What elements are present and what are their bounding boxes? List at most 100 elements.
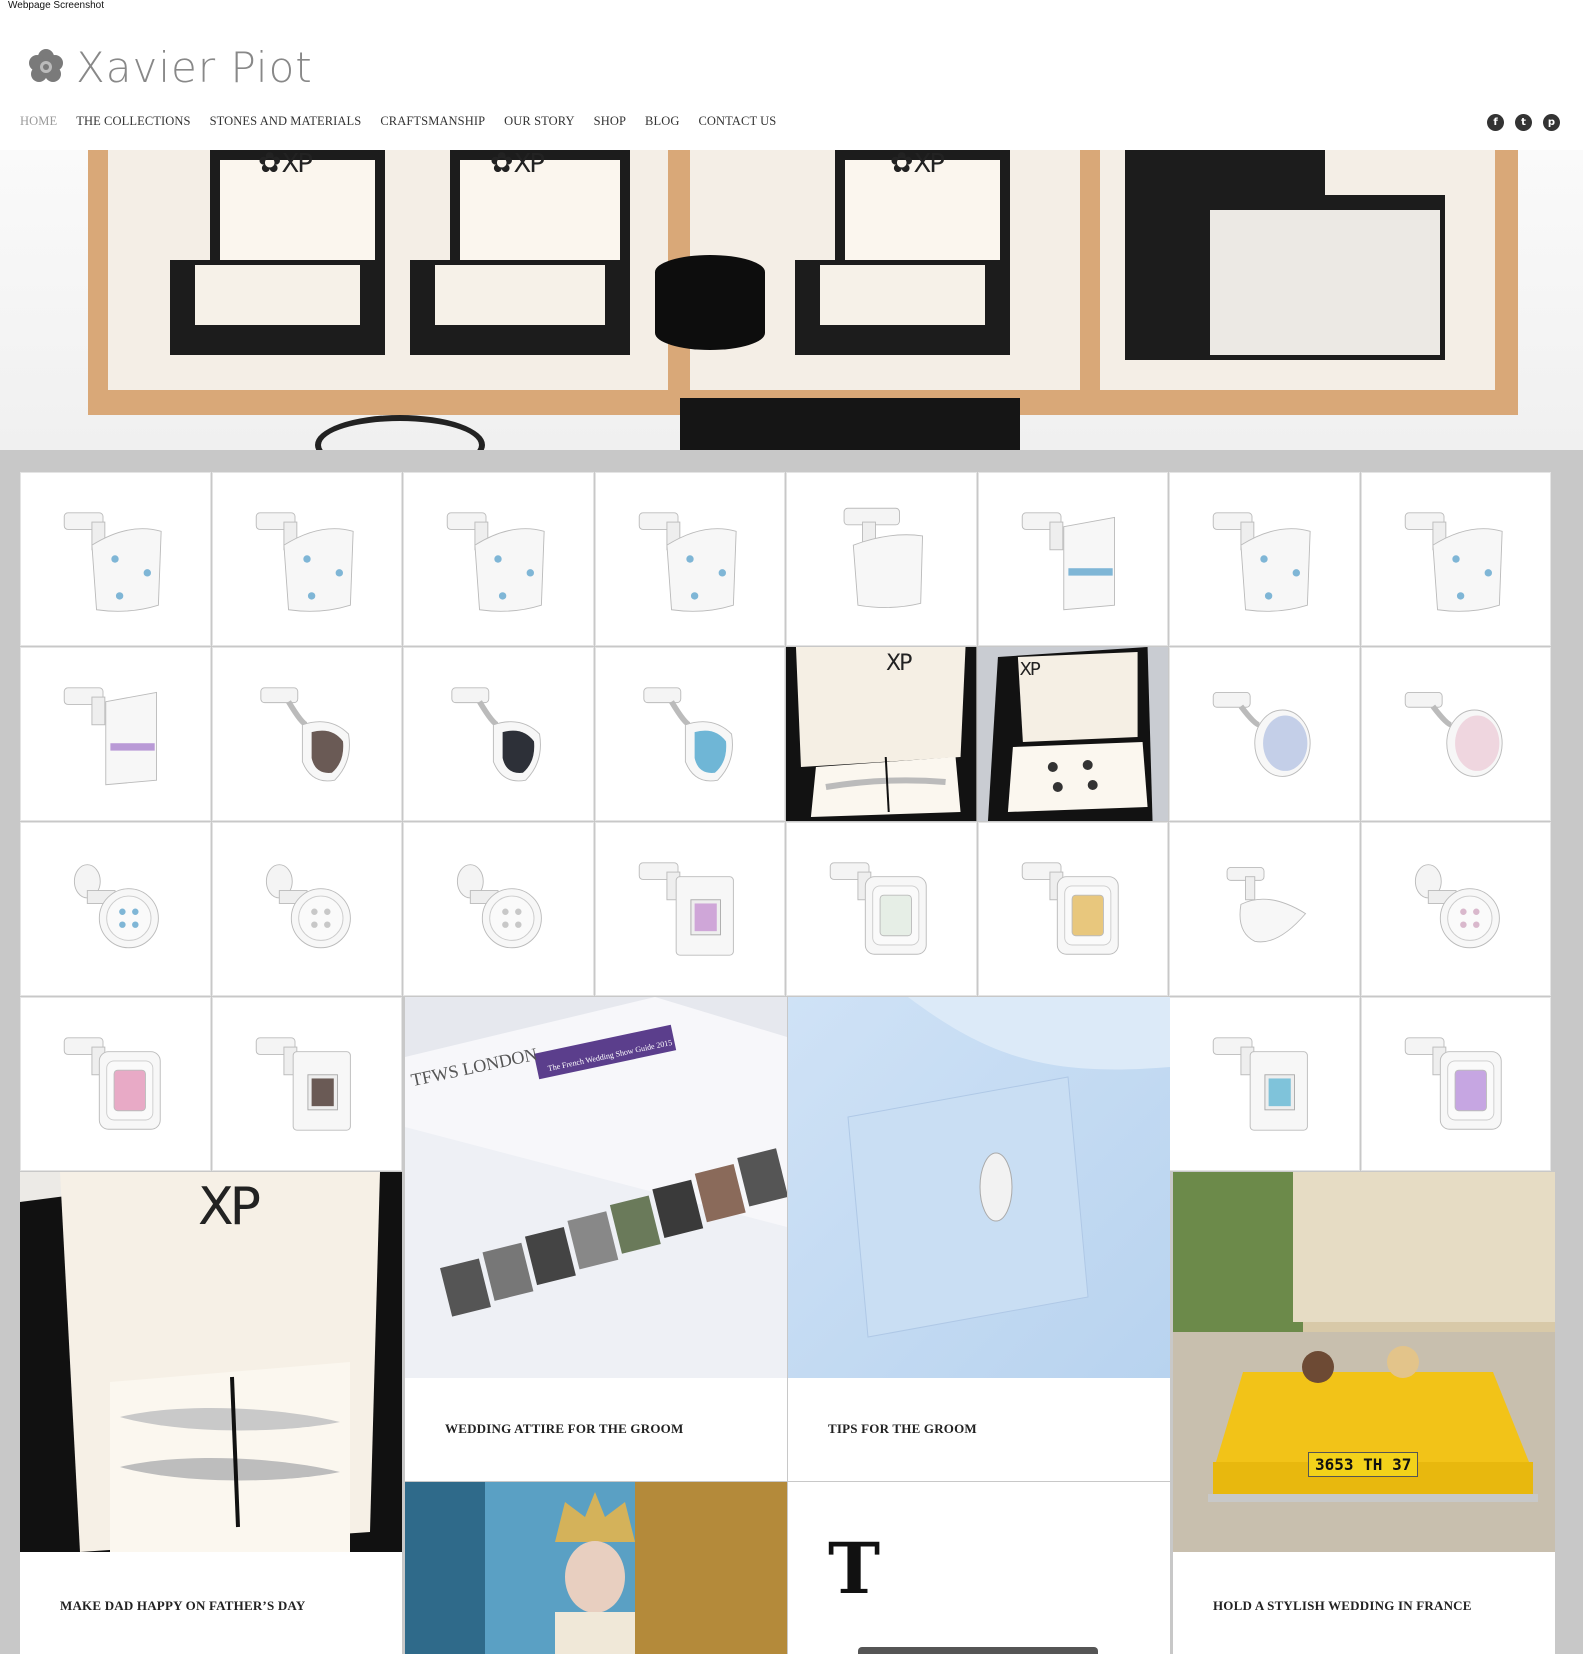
blog-post-card[interactable] (405, 1482, 787, 1654)
post-title[interactable]: HOLD A STYLISH WEDDING IN FRANCE (1213, 1598, 1472, 1614)
cufflink-image (1013, 494, 1133, 624)
product-tile[interactable] (211, 472, 402, 646)
cufflink (979, 1152, 1013, 1222)
screenshot-label: Webpage Screenshot (8, 0, 104, 11)
cufflink-image (247, 669, 367, 799)
product-tile[interactable]: XP (786, 647, 977, 821)
post-title[interactable]: MAKE DAD HAPPY ON FATHER’S DAY (60, 1598, 305, 1614)
cufflink-image (821, 494, 941, 624)
product-tile[interactable] (403, 647, 594, 821)
magnifying-glass (315, 415, 485, 450)
product-tile[interactable] (211, 647, 402, 821)
product-preview (858, 1647, 1098, 1654)
nav-craftsmanship[interactable]: CRAFTSMANSHIP (380, 114, 485, 129)
license-plate: 3653 TH 37 (1308, 1452, 1419, 1477)
cufflink-image (630, 494, 750, 624)
xp-box-logo: XP (886, 651, 912, 676)
twitter-icon[interactable]: t (1515, 114, 1532, 131)
product-tile[interactable] (20, 822, 211, 996)
product-tile[interactable] (594, 822, 785, 996)
blog-post-card[interactable]: TIPS FOR THE GROOM (788, 997, 1170, 1481)
product-tile[interactable] (211, 822, 402, 996)
product-tile[interactable] (403, 822, 594, 996)
post-title[interactable]: TIPS FOR THE GROOM (828, 1421, 977, 1437)
pinterest-icon[interactable]: p (1543, 114, 1560, 131)
xp-box-logo: XP (890, 150, 944, 179)
queen-portrait-image (405, 1482, 787, 1654)
main-nav: HOME THE COLLECTIONS STONES AND MATERIAL… (20, 114, 776, 129)
hero-banner[interactable]: XP XP XP (0, 150, 1583, 450)
yellow-car-image (1173, 1172, 1555, 1552)
open-box-sleeve (1210, 210, 1440, 355)
facebook-icon[interactable]: f (1487, 114, 1504, 131)
product-tile[interactable] (594, 472, 785, 646)
times-logo: T (828, 1527, 881, 1610)
product-tile[interactable] (1169, 997, 1360, 1171)
nav-contact[interactable]: CONTACT US (698, 114, 776, 129)
product-tile[interactable] (786, 472, 977, 646)
cufflink-image (821, 844, 941, 974)
gift-box-inner (195, 265, 360, 325)
cufflink-image (1204, 844, 1324, 974)
nav-blog[interactable]: BLOG (645, 114, 679, 129)
nav-stones-materials[interactable]: STONES AND MATERIALS (210, 114, 362, 129)
cufflink-image (1396, 844, 1516, 974)
cufflink-image (55, 669, 175, 799)
cufflink-image (55, 494, 175, 624)
gift-box-inner (820, 265, 985, 325)
product-tile[interactable] (1169, 647, 1360, 821)
blog-post-card[interactable]: TFWS LONDON The French Wedding Show Guid… (405, 997, 787, 1481)
blog-post-card[interactable]: XP MAKE DAD HAPPY ON FATHER’S DAY (20, 1172, 402, 1654)
product-tile[interactable] (786, 822, 977, 996)
cufflink-image (1204, 669, 1324, 799)
cufflink-image (55, 1019, 175, 1149)
cufflink-image (630, 844, 750, 974)
product-tile[interactable] (977, 472, 1168, 646)
product-tile[interactable] (20, 647, 211, 821)
site-logo[interactable]: Xavier Piot (26, 42, 313, 92)
product-tile[interactable] (1169, 822, 1360, 996)
product-tile[interactable] (20, 997, 211, 1171)
cufflink-image (438, 494, 558, 624)
cufflink-image (1396, 494, 1516, 624)
nav-shop[interactable]: SHOP (594, 114, 626, 129)
open-box-top (1125, 150, 1325, 195)
product-tile[interactable] (1360, 647, 1551, 821)
cufflink-image (247, 844, 367, 974)
cufflink-image (247, 1019, 367, 1149)
nav-our-story[interactable]: OUR STORY (504, 114, 574, 129)
nav-collections[interactable]: THE COLLECTIONS (76, 114, 190, 129)
blog-post-card[interactable]: 3653 TH 37 HOLD A STYLISH WEDDING IN FRA… (1173, 1172, 1555, 1654)
xp-box-logo: XP (490, 150, 544, 179)
product-tile[interactable] (1360, 997, 1551, 1171)
product-tile[interactable] (977, 822, 1168, 996)
cufflink-image (630, 669, 750, 799)
cufflink-image (1013, 844, 1133, 974)
product-tile[interactable] (403, 472, 594, 646)
gift-box-photo (786, 647, 977, 821)
cufflink-image (438, 844, 558, 974)
cufflink-image (438, 669, 558, 799)
cufflink-image (247, 494, 367, 624)
black-cloth (680, 398, 1020, 450)
cufflink-image (1396, 1019, 1516, 1149)
xp-box-logo: XP (1019, 659, 1041, 680)
nav-home[interactable]: HOME (20, 114, 57, 129)
blog-post-card[interactable]: T (788, 1482, 1170, 1654)
cufflink-image (1396, 669, 1516, 799)
xp-box-logo: XP (198, 1177, 261, 1237)
product-tile[interactable]: XP (977, 647, 1168, 821)
cufflink-image (1204, 1019, 1324, 1149)
shirt-cuff-image (788, 997, 1170, 1378)
product-tile[interactable] (1360, 472, 1551, 646)
camellia-flower-icon (29, 49, 63, 82)
product-tile[interactable] (211, 997, 402, 1171)
product-tile[interactable] (1169, 472, 1360, 646)
product-tile[interactable] (594, 647, 785, 821)
polish-tin (655, 255, 765, 350)
gift-box-photo (977, 647, 1168, 821)
product-tile[interactable] (1360, 822, 1551, 996)
post-title[interactable]: WEDDING ATTIRE FOR THE GROOM (445, 1421, 683, 1437)
brand-name: Xavier Piot (76, 42, 313, 92)
product-tile[interactable] (20, 472, 211, 646)
